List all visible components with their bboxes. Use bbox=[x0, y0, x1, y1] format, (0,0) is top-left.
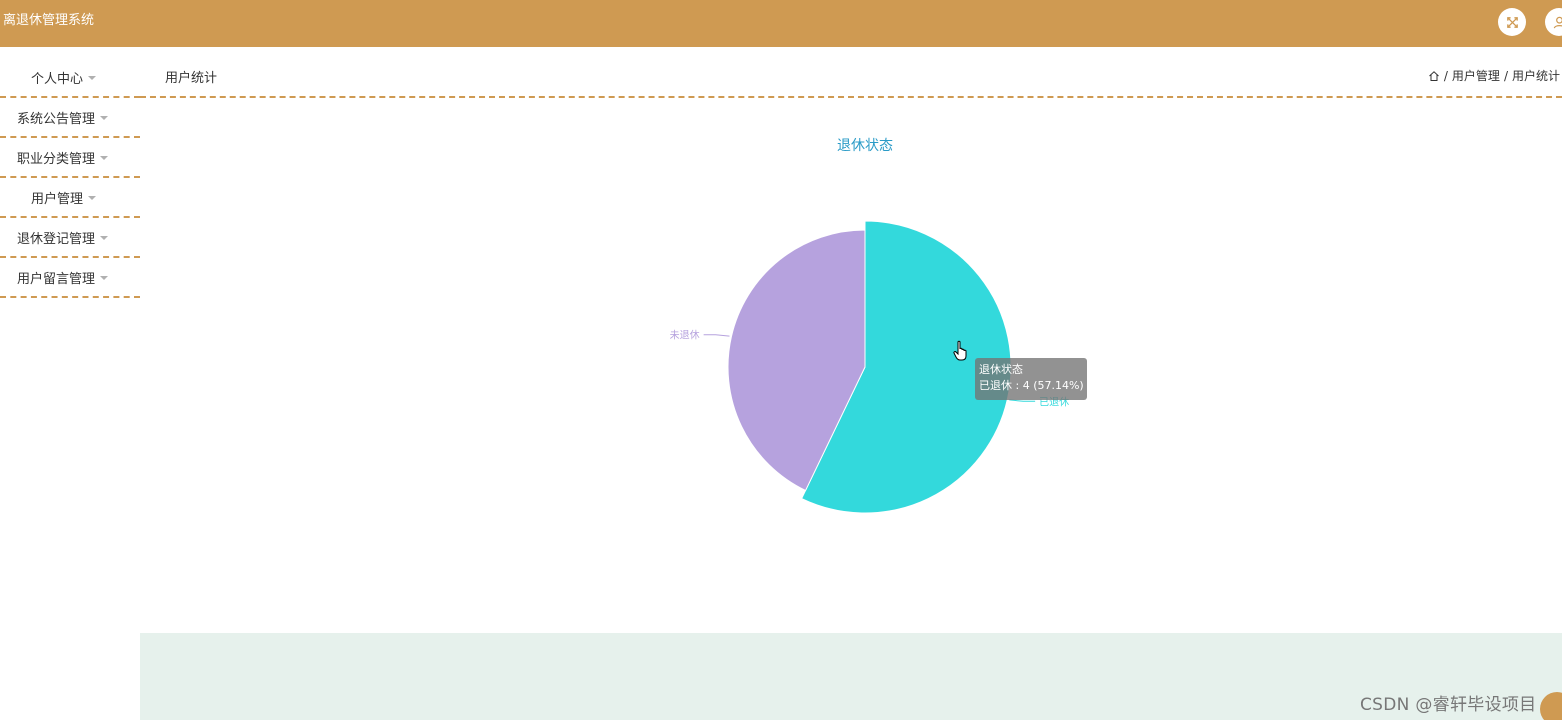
sidebar-item-announcements[interactable]: 系统公告管理 bbox=[0, 98, 140, 138]
sidebar-item-label: 系统公告管理 bbox=[17, 111, 96, 127]
caret-down-icon bbox=[88, 75, 97, 80]
sidebar-item-label: 职业分类管理 bbox=[17, 151, 96, 167]
sidebar-item-label: 个人中心 bbox=[31, 71, 84, 87]
sidebar-item-personal-center[interactable]: 个人中心 bbox=[0, 58, 140, 98]
fullscreen-icon bbox=[1506, 16, 1518, 28]
user-button[interactable] bbox=[1545, 8, 1562, 36]
retirement-status-chart: 退休状态 已退休未退休 bbox=[670, 138, 1069, 514]
caret-down-icon bbox=[100, 115, 109, 120]
sidebar-item-label: 用户管理 bbox=[31, 191, 84, 207]
home-icon[interactable] bbox=[1428, 70, 1440, 82]
sidebar-item-label: 退休登记管理 bbox=[17, 231, 96, 247]
caret-down-icon bbox=[88, 195, 97, 200]
sidebar-item-users[interactable]: 用户管理 bbox=[0, 178, 140, 218]
pie-label-line bbox=[1009, 399, 1036, 402]
sidebar-item-label: 用户留言管理 bbox=[17, 271, 96, 287]
watermark: CSDN @睿轩毕设项目 bbox=[1360, 695, 1537, 715]
breadcrumb-item-user-statistics: 用户统计 bbox=[1511, 69, 1560, 83]
page-header: 用户统计 / 用户管理 / 用户统计 bbox=[140, 58, 1562, 98]
fullscreen-button[interactable] bbox=[1498, 8, 1526, 36]
sidebar: 个人中心 系统公告管理 职业分类管理 用户管理 退休登记管理 用户留言管理 bbox=[0, 58, 140, 298]
caret-down-icon bbox=[100, 275, 109, 280]
footer-band bbox=[140, 633, 1562, 720]
tooltip-title: 退休状态 bbox=[979, 363, 1023, 376]
chart-tooltip: 退休状态 已退休 : 4 (57.14%) bbox=[975, 358, 1087, 400]
app-title: 离退休管理系统 bbox=[3, 13, 95, 28]
user-icon bbox=[1553, 16, 1562, 28]
caret-down-icon bbox=[100, 235, 109, 240]
sidebar-item-user-messages[interactable]: 用户留言管理 bbox=[0, 258, 140, 298]
breadcrumb-item-user-management[interactable]: 用户管理 bbox=[1452, 67, 1500, 84]
tooltip-value: 已退休 : 4 (57.14%) bbox=[979, 379, 1084, 392]
caret-down-icon bbox=[100, 155, 109, 160]
pie-label-line bbox=[703, 334, 730, 337]
breadcrumb-separator: / bbox=[1443, 68, 1448, 83]
pie-slice-label: 未退休 bbox=[670, 330, 700, 342]
hand-cursor-icon bbox=[953, 340, 967, 361]
sidebar-item-occupation-categories[interactable]: 职业分类管理 bbox=[0, 138, 140, 178]
chart-title: 退休状态 bbox=[837, 138, 893, 154]
sidebar-item-retirement-registration[interactable]: 退休登记管理 bbox=[0, 218, 140, 258]
page-title: 用户统计 bbox=[165, 71, 218, 86]
breadcrumb-separator: / bbox=[1503, 68, 1508, 83]
breadcrumb: / 用户管理 / 用户统计 bbox=[1428, 67, 1560, 84]
top-bar: 离退休管理系统 bbox=[0, 0, 1562, 47]
